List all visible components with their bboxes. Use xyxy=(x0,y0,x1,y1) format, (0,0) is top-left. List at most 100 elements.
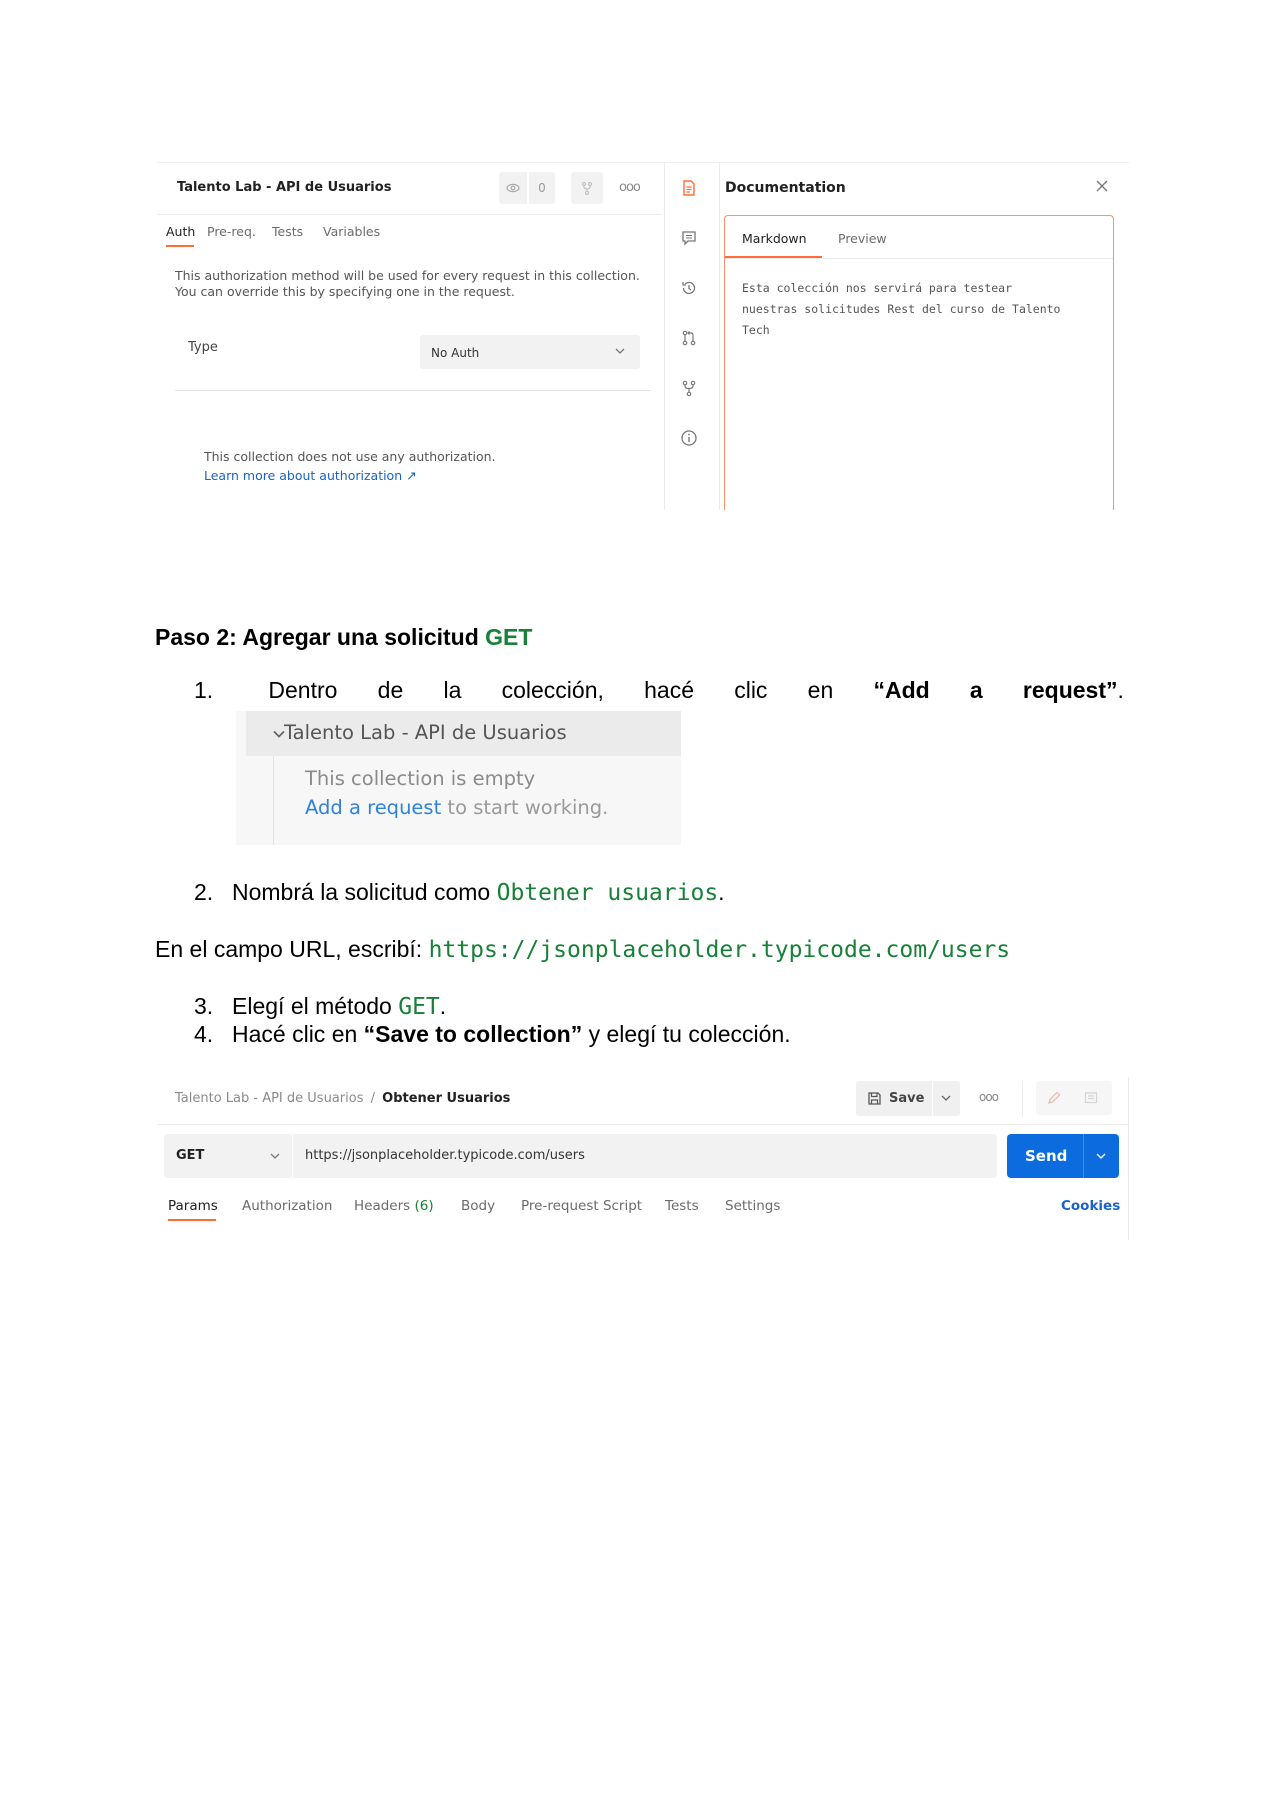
tab-tests[interactable]: Tests xyxy=(665,1198,699,1214)
list-number: 1. xyxy=(194,677,214,703)
list-item: 1. Dentro de la colección, hacé clic en … xyxy=(194,677,1124,704)
divider xyxy=(175,390,650,391)
save-button[interactable]: Save xyxy=(856,1081,960,1116)
close-icon[interactable] xyxy=(1094,178,1110,194)
tab-settings[interactable]: Settings xyxy=(725,1198,780,1214)
punct: . xyxy=(718,879,725,905)
markdown-content[interactable]: Esta colección nos servirá para testear … xyxy=(742,278,1102,341)
tab-markdown[interactable]: Markdown xyxy=(742,231,807,246)
tab-headers[interactable]: Headers (6) xyxy=(354,1198,434,1214)
item-text: Nombrá la solicitud como xyxy=(232,879,497,905)
item-bold: “Save to collection” xyxy=(363,1021,583,1047)
collection-header[interactable]: Talento Lab - API de Usuarios xyxy=(246,711,681,756)
history-icon[interactable] xyxy=(680,279,698,297)
divider xyxy=(664,162,665,510)
divider xyxy=(157,214,662,215)
edit-icon[interactable] xyxy=(1046,1090,1062,1106)
markdown-line: Tech xyxy=(742,323,770,337)
breadcrumb: Talento Lab - API de Usuarios / Obtener … xyxy=(175,1091,510,1106)
divider xyxy=(1128,1077,1129,1240)
chevron-down-icon[interactable] xyxy=(939,1091,953,1105)
cookies-link[interactable]: Cookies xyxy=(1061,1198,1120,1214)
watch-button[interactable] xyxy=(499,172,527,204)
chevron-down-icon xyxy=(615,348,625,354)
active-tab-indicator xyxy=(168,1219,216,1221)
tab-pre-req[interactable]: Pre-req. xyxy=(207,224,256,239)
breadcrumb-current: Obtener Usuarios xyxy=(382,1091,511,1106)
documentation-editor[interactable]: Markdown Preview Esta colección nos serv… xyxy=(724,215,1114,510)
word: clic xyxy=(734,677,768,703)
word: request” xyxy=(1022,677,1118,703)
collection-title: Talento Lab - API de Usuarios xyxy=(177,180,392,195)
type-label: Type xyxy=(188,340,218,355)
tab-variables[interactable]: Variables xyxy=(323,224,380,239)
auth-description: This authorization method will be used f… xyxy=(175,268,640,299)
auth-type-value: No Auth xyxy=(431,346,480,360)
empty-collection-screenshot: Talento Lab - API de Usuarios This colle… xyxy=(236,711,681,845)
markdown-line: nuestras solicitudes Rest del curso de T… xyxy=(742,302,1061,316)
list-number: 3. xyxy=(194,993,214,1019)
watch-count: 0 xyxy=(529,172,555,204)
more-options-icon[interactable]: ooo xyxy=(619,180,641,195)
tab-headers-label: Headers xyxy=(354,1198,411,1214)
word: “Add xyxy=(873,677,930,703)
eye-icon xyxy=(506,183,520,193)
word: hacé xyxy=(644,677,694,703)
add-request-rest: to start working. xyxy=(441,796,609,819)
comments-icon[interactable] xyxy=(680,229,698,247)
request-builder-screenshot: Talento Lab - API de Usuarios / Obtener … xyxy=(157,1077,1129,1240)
tab-auth[interactable]: Auth xyxy=(166,224,195,239)
heading-code: GET xyxy=(485,624,533,650)
list-item: 2. Nombrá la solicitud como Obtener usuar… xyxy=(194,879,725,906)
divider xyxy=(1022,1081,1023,1117)
markdown-line: Esta colección nos servirá para testear xyxy=(742,281,1013,295)
divider xyxy=(1083,1134,1084,1178)
list-item: 3. Elegí el método GET. xyxy=(194,993,446,1020)
add-request-message: Add a request to start working. xyxy=(305,796,608,819)
save-label: Save xyxy=(889,1091,925,1106)
url-input[interactable]: https://jsonplaceholder.typicode.com/use… xyxy=(293,1134,997,1178)
add-request-link[interactable]: Add a request xyxy=(305,796,441,819)
fork-icon[interactable] xyxy=(680,379,698,397)
url-code: https://jsonplaceholder.typicode.com/use… xyxy=(428,937,1011,963)
view-toggle[interactable] xyxy=(1036,1081,1112,1115)
send-label: Send xyxy=(1025,1147,1068,1165)
item-end: y elegí tu colección. xyxy=(582,1021,791,1047)
tab-body[interactable]: Body xyxy=(461,1198,495,1214)
chevron-down-icon xyxy=(270,1153,280,1159)
tab-pre-request-script[interactable]: Pre-request Script xyxy=(521,1198,642,1214)
info-icon[interactable] xyxy=(680,429,698,447)
documentation-icon[interactable] xyxy=(1083,1090,1099,1106)
empty-message: This collection is empty xyxy=(305,767,536,790)
active-tab-indicator xyxy=(166,245,194,247)
documentation-icon[interactable] xyxy=(680,179,698,197)
pull-request-icon[interactable] xyxy=(680,329,698,347)
chevron-down-icon[interactable] xyxy=(1094,1149,1108,1163)
paragraph: En el campo URL, escribí: https://jsonpl… xyxy=(155,936,1010,963)
fork-button[interactable] xyxy=(571,172,603,204)
word: de xyxy=(377,677,404,703)
divider xyxy=(157,1124,1129,1125)
word: colección, xyxy=(501,677,604,703)
send-button[interactable]: Send xyxy=(1007,1134,1119,1178)
divider xyxy=(157,162,1129,163)
learn-more-link[interactable]: Learn more about authorization ↗ xyxy=(204,468,417,483)
auth-type-select[interactable]: No Auth xyxy=(420,335,640,369)
word: en xyxy=(807,677,834,703)
method-value: GET xyxy=(176,1148,205,1163)
item-text: Hacé clic en xyxy=(232,1021,364,1047)
headers-count: (6) xyxy=(414,1198,434,1214)
divider xyxy=(725,258,1113,259)
method-select[interactable]: GET xyxy=(164,1134,292,1178)
more-options-icon[interactable]: ooo xyxy=(979,1090,999,1104)
punct: . xyxy=(1117,677,1124,703)
breadcrumb-separator: / xyxy=(370,1091,375,1106)
documentation-title: Documentation xyxy=(725,180,846,196)
tab-preview[interactable]: Preview xyxy=(838,231,887,246)
tab-tests[interactable]: Tests xyxy=(272,224,303,239)
tab-params[interactable]: Params xyxy=(168,1198,218,1214)
tab-authorization[interactable]: Authorization xyxy=(242,1198,332,1214)
breadcrumb-parent[interactable]: Talento Lab - API de Usuarios xyxy=(175,1091,363,1106)
save-icon xyxy=(868,1092,881,1105)
list-item: 4. Hacé clic en “Save to collection” y el… xyxy=(194,1021,791,1048)
